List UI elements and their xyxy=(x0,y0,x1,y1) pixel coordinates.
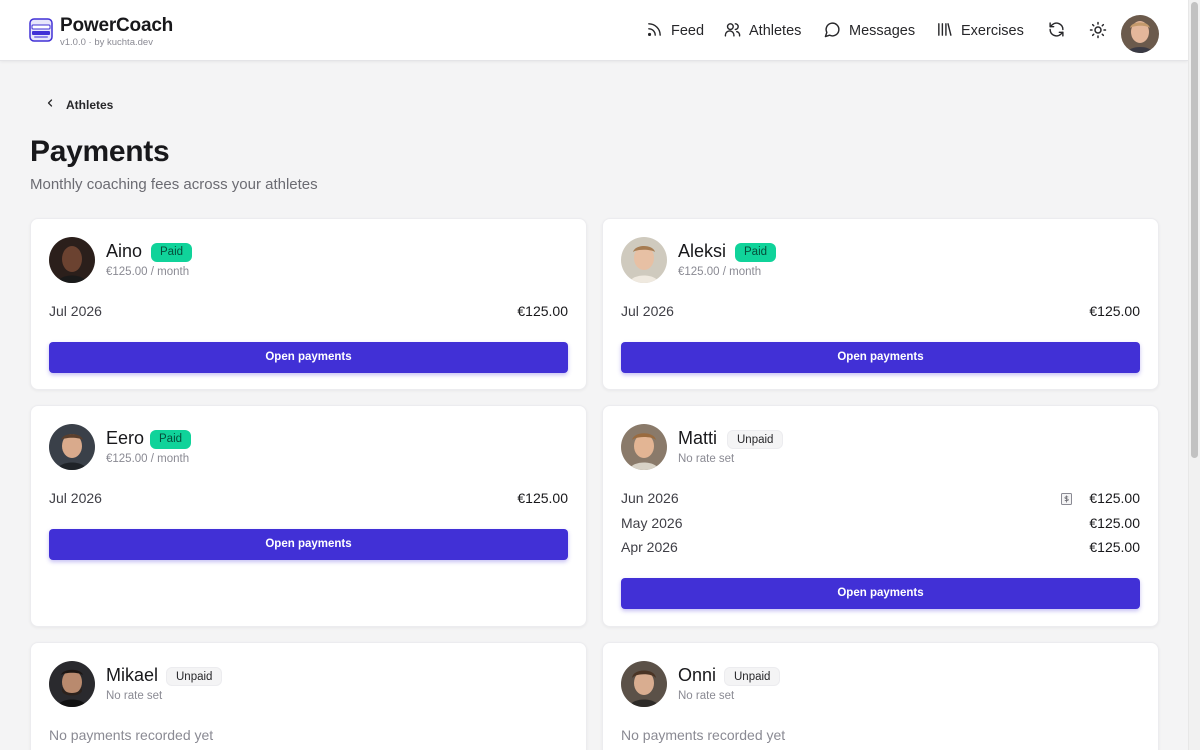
chat-bubble-icon xyxy=(824,21,841,42)
payment-row: Apr 2026 €125.00 xyxy=(621,539,1140,557)
athlete-rate: No rate set xyxy=(678,690,735,702)
nav-athletes[interactable]: Athletes xyxy=(724,20,801,42)
barbell-logo-icon[interactable] xyxy=(29,17,53,43)
app-name[interactable]: PowerCoach xyxy=(60,15,173,37)
payment-amount: €125.00 xyxy=(517,490,568,506)
theme-toggle-button[interactable] xyxy=(1088,21,1108,44)
open-payments-button[interactable]: Open payments xyxy=(621,578,1140,609)
athlete-rate: No rate set xyxy=(678,453,735,465)
back-link-label: Athletes xyxy=(66,97,114,112)
payment-month: Jul 2026 xyxy=(621,303,674,319)
refresh-button[interactable] xyxy=(1046,22,1066,42)
payment-row: May 2026 €125.00 xyxy=(621,515,1140,533)
athlete-name: Eero xyxy=(106,428,145,448)
nav-exercises[interactable]: Exercises xyxy=(936,20,1024,42)
payment-month: Jul 2026 xyxy=(49,490,102,506)
empty-payments-text: No payments recorded yet xyxy=(49,727,214,743)
athlete-payment-card: Aleksi Paid €125.00 / month Jul 2026 €12… xyxy=(602,218,1159,390)
payment-row: Jul 2026 €125.00 xyxy=(49,490,568,508)
payment-row: Jun 2026 €125.00 xyxy=(621,490,1140,508)
open-payments-button[interactable]: Open payments xyxy=(49,342,568,373)
athlete-rate: €125.00 / month xyxy=(106,453,190,465)
chevron-left-icon xyxy=(44,97,56,112)
library-icon xyxy=(936,21,953,42)
athlete-payment-card: Onni Unpaid No rate set No payments reco… xyxy=(602,642,1159,750)
payment-amount: €125.00 xyxy=(1089,490,1140,506)
top-header: PowerCoach v1.0.0 · by kuchta.dev Feed A… xyxy=(0,0,1188,61)
nav-feed[interactable]: Feed xyxy=(646,20,704,42)
athlete-avatar xyxy=(49,661,95,707)
rss-icon xyxy=(646,21,663,42)
payment-month: Jun 2026 xyxy=(621,490,679,506)
athlete-avatar xyxy=(49,424,95,470)
payment-row: Jul 2026 €125.00 xyxy=(49,303,568,321)
empty-payments-text: No payments recorded yet xyxy=(621,727,786,743)
payment-month: May 2026 xyxy=(621,515,683,531)
athlete-payment-card: Eero Paid €125.00 / month Jul 2026 €125.… xyxy=(30,405,587,627)
nav-exercises-label: Exercises xyxy=(961,23,1024,39)
athlete-rate: €125.00 / month xyxy=(106,266,190,278)
payment-amount: €125.00 xyxy=(1089,303,1140,319)
nav-messages-label: Messages xyxy=(849,23,916,39)
sun-icon xyxy=(1089,21,1107,44)
athlete-avatar xyxy=(621,424,667,470)
athlete-payment-card: Matti Unpaid No rate set Jun 2026 €125.0… xyxy=(602,405,1159,627)
athlete-payment-card: Aino Paid €125.00 / month Jul 2026 €125.… xyxy=(30,218,587,390)
nav-messages[interactable]: Messages xyxy=(824,20,915,42)
athlete-name: Aleksi xyxy=(678,241,727,261)
nav-feed-label: Feed xyxy=(671,23,705,39)
payment-month: Jul 2026 xyxy=(49,303,102,319)
status-badge: Unpaid xyxy=(724,667,781,686)
page-subtitle: Monthly coaching fees across your athlet… xyxy=(30,176,318,193)
status-badge: Unpaid xyxy=(727,430,784,449)
athlete-avatar xyxy=(49,237,95,283)
refresh-icon xyxy=(1048,21,1065,43)
payment-amount: €125.00 xyxy=(517,303,568,319)
athlete-name: Aino xyxy=(106,241,143,261)
status-badge: Paid xyxy=(151,243,193,262)
status-badge: Paid xyxy=(150,430,192,449)
open-payments-button[interactable]: Open payments xyxy=(49,529,568,560)
athlete-avatar xyxy=(621,237,667,283)
users-icon xyxy=(724,21,741,42)
athlete-name: Onni xyxy=(678,665,717,685)
athlete-rate: €125.00 / month xyxy=(678,266,762,278)
nav-athletes-label: Athletes xyxy=(749,23,802,39)
user-avatar[interactable] xyxy=(1121,15,1159,53)
receipt-icon[interactable] xyxy=(1061,492,1072,505)
back-to-athletes-link[interactable]: Athletes xyxy=(44,97,113,112)
athlete-rate: No rate set xyxy=(106,690,163,702)
page-title: Payments xyxy=(30,135,170,168)
status-badge: Paid xyxy=(735,243,777,262)
athlete-payment-card: Mikael Unpaid No rate set No payments re… xyxy=(30,642,587,750)
payment-month: Apr 2026 xyxy=(621,539,678,555)
athlete-name: Matti xyxy=(678,428,718,448)
payment-amount: €125.00 xyxy=(1089,539,1140,555)
payment-row: Jul 2026 €125.00 xyxy=(621,303,1140,321)
scrollbar-thumb[interactable] xyxy=(1191,2,1198,458)
status-badge: Unpaid xyxy=(166,667,223,686)
open-payments-button[interactable]: Open payments xyxy=(621,342,1140,373)
app-version: v1.0.0 · by kuchta.dev xyxy=(60,37,153,48)
payment-amount: €125.00 xyxy=(1089,515,1140,531)
athlete-name: Mikael xyxy=(106,665,159,685)
athlete-avatar xyxy=(621,661,667,707)
